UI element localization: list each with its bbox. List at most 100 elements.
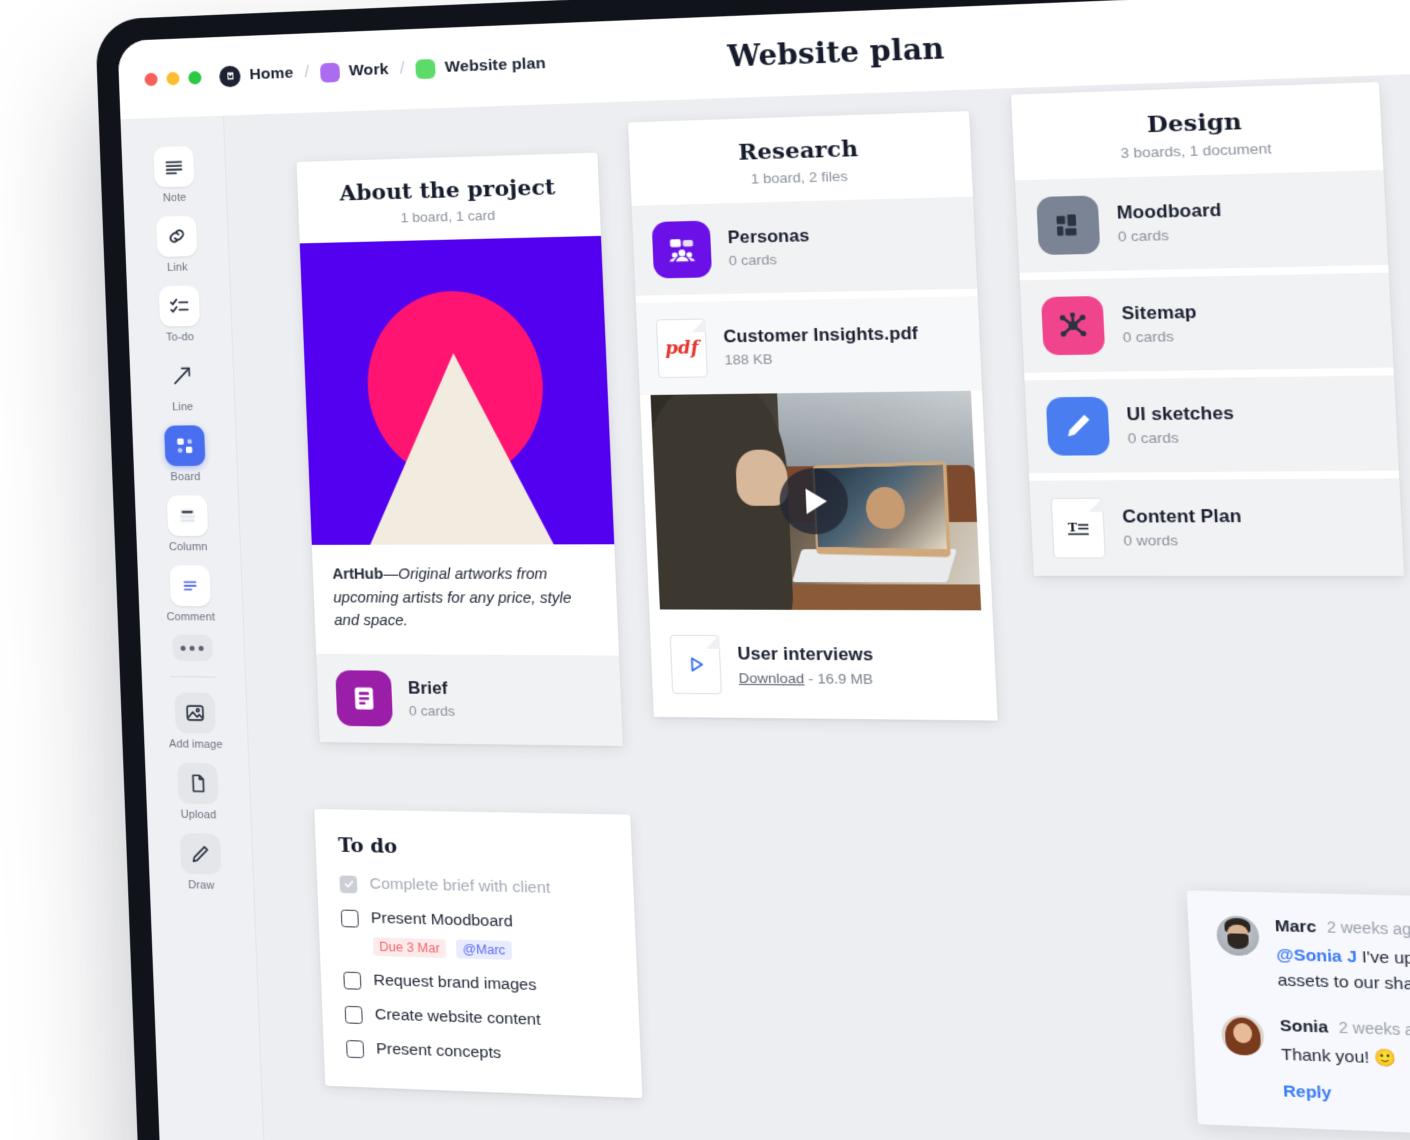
moodboard-meta: 0 cards [1117,227,1170,245]
about-blurb: ArtHub—Original artworks from upcoming a… [312,544,619,655]
tool-column[interactable]: Column [143,488,232,556]
file-upload-icon [176,762,219,805]
column-icon [166,495,208,537]
board-item-moodboard[interactable]: Moodboard 0 cards [1015,169,1389,273]
checkbox-icon[interactable] [340,909,359,928]
moodboard-text-block: Moodboard 0 cards [1116,201,1223,245]
todo-card[interactable]: To do Complete brief with client Present… [314,808,643,1099]
tool-label-upload: Upload [180,808,217,822]
avatar [1220,1014,1265,1056]
board-item-brief[interactable]: Brief 0 cards [316,653,623,746]
tool-label-note: Note [162,191,187,205]
brief-name: Brief [407,678,448,698]
pdf-file-icon: pdf [655,318,708,379]
comment-body: Sonia 2 weeks ago Thank you! 🙂 Reply [1279,1016,1410,1113]
traffic-lights[interactable] [144,70,202,86]
tool-add-image[interactable]: Add image [151,685,240,754]
comment-mention[interactable]: @Sonia J [1276,946,1357,967]
tool-label-link: Link [166,261,188,274]
board-item-ui-sketches[interactable]: UI sketches 0 cards [1024,375,1399,474]
tool-draw[interactable]: Draw [156,825,245,895]
content-plan-meta: 0 words [1123,532,1179,549]
todo-item-2[interactable]: Request brand images [343,971,614,998]
board-card-design[interactable]: Design 3 boards, 1 document Moodboard 0 … [1010,81,1405,576]
document-card-content-plan[interactable]: T Content Plan 0 words [1029,478,1405,576]
tool-link[interactable]: Link [132,208,220,278]
content-plan-name: Content Plan [1121,506,1243,527]
design-card-subtitle: 3 boards, 1 document [1120,140,1273,162]
sitemap-meta: 0 cards [1122,328,1175,346]
board-canvas[interactable]: About the project 1 board, 1 card ArtHub… [223,66,1410,1140]
todo-item-4[interactable]: Present concepts [345,1039,618,1068]
checkbox-checked-icon[interactable] [339,874,358,893]
file-card-user-interviews[interactable]: User interviews Download - 16.9 MB [649,619,998,721]
tool-upload[interactable]: Upload [153,755,242,825]
screenshot-root: Home / Work / Website plan Website plan [0,0,1410,1140]
video-thumbnail[interactable] [650,390,982,611]
board-item-personas[interactable]: Personas 0 cards [631,196,978,296]
board-card-research[interactable]: Research 1 board, 2 files Personas 0 car… [627,111,998,721]
todo-item-3[interactable]: Create website content [344,1005,616,1033]
breadcrumb-label-website-plan: Website plan [444,54,547,77]
download-link[interactable]: Download [738,670,804,686]
folder-swatch-icon [319,62,341,83]
checkbox-icon[interactable] [344,1005,363,1024]
arrow-line-icon [161,355,202,396]
svg-text:T: T [1068,520,1078,534]
tool-note[interactable]: Note [130,138,218,208]
pdf-text-block: Customer Insights.pdf 188 KB [723,324,919,368]
checkbox-icon[interactable] [343,971,362,990]
comment-message: Thank you! 🙂 [1280,1044,1398,1068]
more-options-button[interactable] [171,634,213,662]
pdf-file-name: Customer Insights.pdf [723,324,919,347]
personas-text-block: Personas 0 cards [727,226,811,268]
comment-text: @Sonia J I've uploaded these brand asset… [1276,943,1410,1003]
todo-item-0[interactable]: Complete brief with client [339,874,610,899]
minimize-window-button[interactable] [166,71,180,85]
breadcrumb-item-work[interactable]: Work [319,60,389,83]
todo-title: To do [337,834,398,859]
board-grid-icon [163,425,206,467]
comment-thread[interactable]: Marc 2 weeks ago @Sonia J I've uploaded … [1186,890,1410,1140]
video-download-line: Download - 16.9 MB [738,670,874,687]
todo-item-label-1: Present Moodboard [370,909,514,931]
breadcrumb-item-home[interactable]: Home [218,63,294,87]
comment-author: Marc [1274,916,1317,937]
tool-comment[interactable]: Comment [146,558,235,626]
board-item-sitemap[interactable]: Sitemap 0 cards [1019,272,1394,373]
file-card-customer-insights[interactable]: pdf Customer Insights.pdf 188 KB [635,296,983,396]
tool-todo[interactable]: To-do [135,278,223,347]
comment-item-marc: Marc 2 weeks ago @Sonia J I've uploaded … [1215,915,1410,1003]
board-card-about[interactable]: About the project 1 board, 1 card ArtHub… [296,152,623,746]
moodboard-name: Moodboard [1116,200,1222,223]
tool-board[interactable]: Board [140,418,229,487]
tool-label-column: Column [168,541,208,554]
design-card-title: Design [1146,107,1243,138]
tool-label-line: Line [171,401,194,414]
video-file-name: User interviews [737,644,874,665]
pdf-file-size: 188 KB [724,351,773,368]
todo-item-label-0: Complete brief with client [369,875,551,898]
toolbar-divider [170,676,217,678]
video-file-size: 16.9 MB [817,670,874,687]
tool-line[interactable]: Line [138,348,226,417]
sitemap-text-block: Sitemap 0 cards [1121,303,1198,346]
due-date-badge[interactable]: Due 3 Mar [372,937,447,959]
checkbox-icon[interactable] [345,1039,365,1058]
brief-text-block: Brief 0 cards [408,679,456,719]
todo-item-label-2: Request brand images [373,971,537,995]
comment-timestamp: 2 weeks ago [1326,918,1410,939]
todo-item-label-3: Create website content [374,1005,541,1030]
pencil-board-icon [1045,396,1111,456]
comment-header: Sonia 2 weeks ago [1279,1016,1410,1045]
maximize-window-button[interactable] [188,70,202,85]
video-file-icon [669,634,722,695]
todo-item-1[interactable]: Present Moodboard [340,908,612,934]
close-window-button[interactable] [144,72,158,86]
avatar [1215,915,1260,957]
breadcrumb-item-website-plan[interactable]: Website plan [415,54,547,79]
video-text-block: User interviews Download - 16.9 MB [737,644,875,686]
reply-link[interactable]: Reply [1283,1083,1410,1113]
comment-author: Sonia [1279,1016,1329,1037]
assignee-badge[interactable]: @Marc [456,939,513,960]
